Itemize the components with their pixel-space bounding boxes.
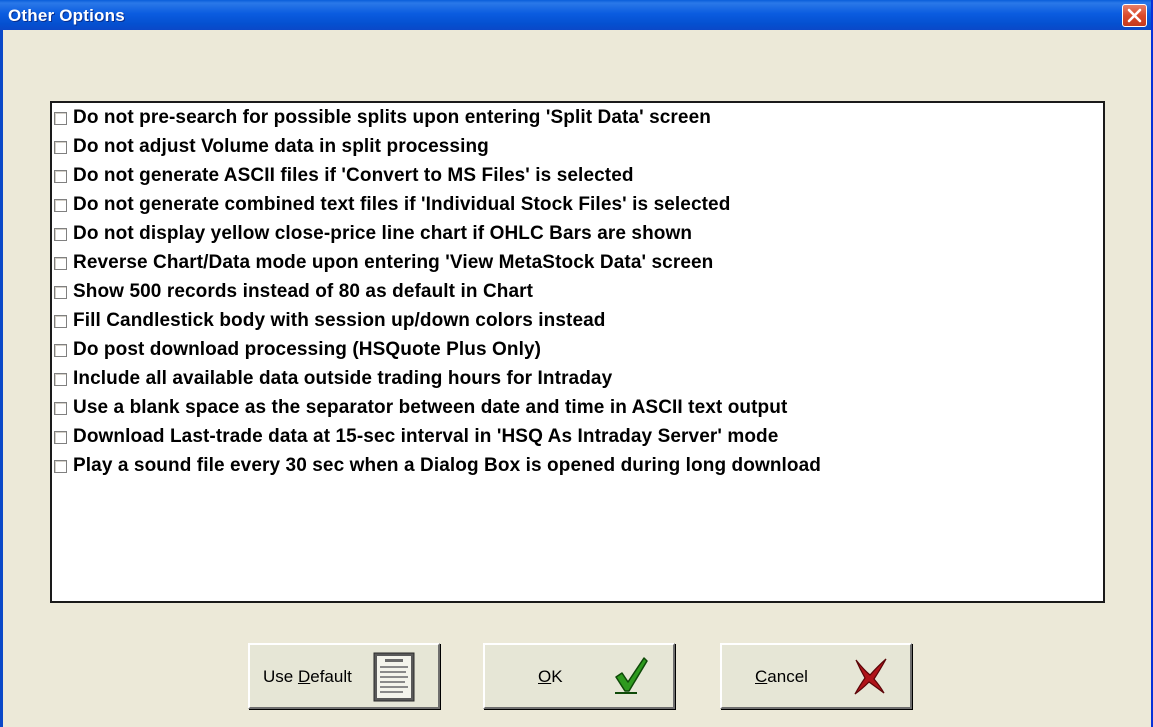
option-label: Reverse Chart/Data mode upon entering 'V… <box>73 252 714 273</box>
option-label: Fill Candlestick body with session up/do… <box>73 310 606 331</box>
option-item[interactable]: Do not pre-search for possible splits up… <box>54 107 1094 129</box>
cancel-label: Cancel <box>755 667 808 686</box>
use-default-label: Use Default <box>263 667 352 686</box>
option-label: Use a blank space as the separator betwe… <box>73 397 788 418</box>
option-checkbox[interactable] <box>54 169 67 183</box>
option-checkbox[interactable] <box>54 430 67 444</box>
option-label: Do not display yellow close-price line c… <box>73 223 693 244</box>
window-left-border <box>0 30 3 727</box>
option-item[interactable]: Use a blank space as the separator betwe… <box>54 397 1094 419</box>
option-item[interactable]: Include all available data outside tradi… <box>54 368 1094 390</box>
option-label: Download Last-trade data at 15-sec inter… <box>73 426 779 447</box>
option-label: Do post download processing (HSQuote Plu… <box>73 339 542 360</box>
option-item[interactable]: Do not generate ASCII files if 'Convert … <box>54 165 1094 187</box>
title-bar[interactable]: Other Options <box>0 0 1151 30</box>
window-title: Other Options <box>8 6 125 25</box>
option-label: Do not adjust Volume data in split proce… <box>73 136 489 157</box>
option-item[interactable]: Do not display yellow close-price line c… <box>54 223 1094 245</box>
option-checkbox[interactable] <box>54 343 67 357</box>
option-item[interactable]: Do not generate combined text files if '… <box>54 194 1094 216</box>
option-label: Show 500 records instead of 80 as defaul… <box>73 281 534 302</box>
close-button[interactable] <box>1122 4 1147 27</box>
option-label: Do not generate ASCII files if 'Convert … <box>73 165 634 186</box>
cancel-button[interactable]: Cancel <box>720 643 912 709</box>
option-checkbox[interactable] <box>54 256 67 270</box>
option-checkbox[interactable] <box>54 459 67 473</box>
option-item[interactable]: Show 500 records instead of 80 as defaul… <box>54 281 1094 303</box>
option-label: Do not generate combined text files if '… <box>73 194 731 215</box>
x-mark-icon <box>854 658 887 695</box>
option-checkbox[interactable] <box>54 372 67 386</box>
ok-label: OK <box>538 667 563 686</box>
option-item[interactable]: Do not adjust Volume data in split proce… <box>54 136 1094 158</box>
option-item[interactable]: Play a sound file every 30 sec when a Di… <box>54 455 1094 477</box>
option-checkbox[interactable] <box>54 111 67 125</box>
option-checkbox[interactable] <box>54 285 67 299</box>
use-default-button[interactable]: Use Default <box>248 643 440 709</box>
option-label: Do not pre-search for possible splits up… <box>73 107 711 128</box>
option-item[interactable]: Do post download processing (HSQuote Plu… <box>54 339 1094 361</box>
option-checkbox[interactable] <box>54 314 67 328</box>
option-label: Include all available data outside tradi… <box>73 368 613 389</box>
checkmark-icon <box>615 657 648 694</box>
option-checkbox[interactable] <box>54 227 67 241</box>
option-checkbox[interactable] <box>54 198 67 212</box>
close-icon <box>1127 8 1142 23</box>
option-item[interactable]: Download Last-trade data at 15-sec inter… <box>54 426 1094 448</box>
ok-button[interactable]: OK <box>483 643 675 709</box>
option-checkbox[interactable] <box>54 401 67 415</box>
option-item[interactable]: Fill Candlestick body with session up/do… <box>54 310 1094 332</box>
options-checklist[interactable]: Do not pre-search for possible splits up… <box>50 101 1105 603</box>
option-label: Play a sound file every 30 sec when a Di… <box>73 455 821 476</box>
option-checkbox[interactable] <box>54 140 67 154</box>
document-icon <box>373 652 415 702</box>
option-item[interactable]: Reverse Chart/Data mode upon entering 'V… <box>54 252 1094 274</box>
other-options-dialog: Other Options Do not pre-search for poss… <box>0 0 1153 727</box>
